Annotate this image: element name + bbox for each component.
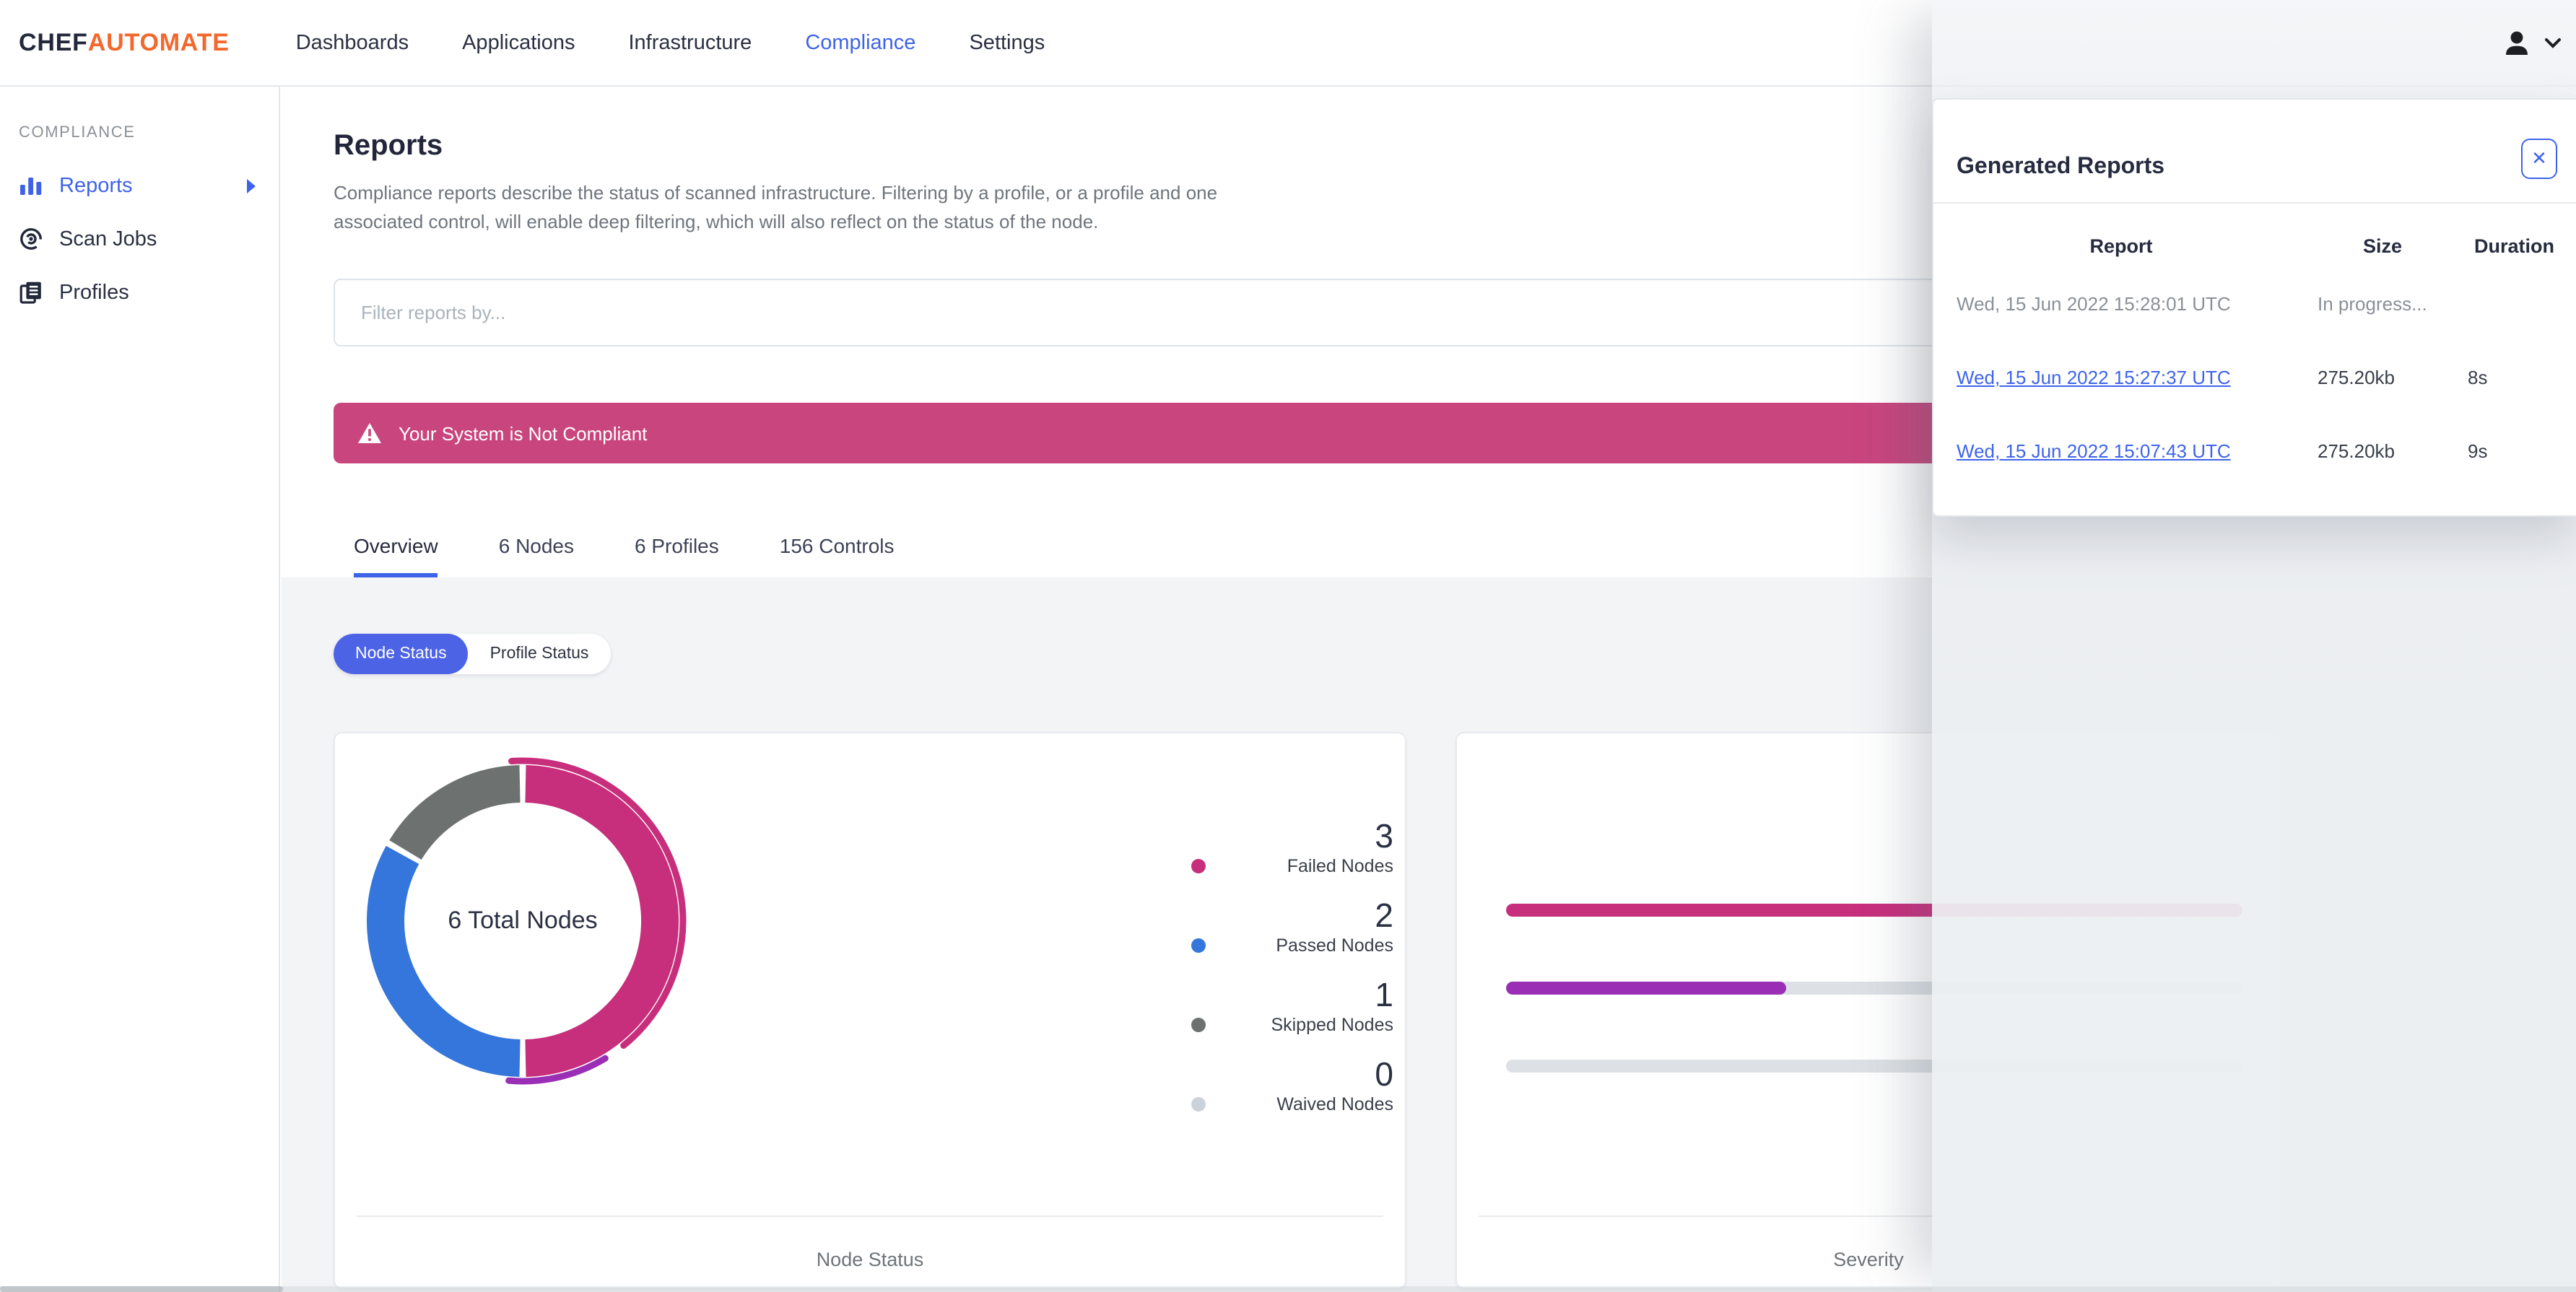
legend-label: Skipped Nodes (1271, 1015, 1393, 1035)
legend-item-failed: 3 Failed Nodes (1191, 817, 1393, 878)
panel-title: Generated Reports (1957, 154, 2165, 179)
report-tabs: Overview 6 Nodes 6 Profiles 156 Controls (354, 520, 895, 577)
sidebar-item-label: Profiles (59, 281, 129, 304)
table-header-row: Report Size Duration (1957, 224, 2555, 267)
failed-count: 3 (1375, 817, 1393, 855)
nav-item-compliance[interactable]: Compliance (805, 31, 915, 54)
generated-reports-table: Report Size Duration Wed, 15 Jun 2022 15… (1957, 224, 2555, 488)
waived-count: 0 (1375, 1055, 1393, 1093)
sidebar-item-label: Reports (59, 174, 133, 197)
page-title: Reports (334, 130, 443, 162)
chevron-down-icon[interactable] (2544, 38, 2562, 49)
card-divider (357, 1215, 1383, 1217)
skipped-dot-icon (1191, 1018, 1206, 1032)
warning-triangle-icon (358, 423, 381, 443)
node-status-donut-chart[interactable]: 6 Total Nodes (349, 748, 696, 1094)
failed-dot-icon (1191, 859, 1206, 873)
column-header-size: Size (2362, 235, 2402, 256)
nav-item-dashboards[interactable]: Dashboards (296, 31, 409, 54)
nav-menu: Dashboards Applications Infrastructure C… (296, 31, 1045, 54)
waived-dot-icon (1191, 1097, 1206, 1112)
report-duration: 9s (2468, 440, 2488, 462)
severity-bar-major (1506, 982, 1786, 995)
column-header-duration: Duration (2474, 235, 2554, 256)
legend-label: Failed Nodes (1287, 856, 1393, 876)
horizontal-scrollbar[interactable] (0, 1286, 2576, 1292)
table-row: Wed, 15 Jun 2022 15:27:37 UTC 275.20kb 8… (1957, 341, 2553, 414)
legend-item-passed: 2 Passed Nodes (1191, 896, 1393, 957)
sidebar-item-scan-jobs[interactable]: Scan Jobs (19, 212, 261, 266)
panel-header: Generated Reports ✕ (1933, 100, 2576, 204)
user-profile-icon[interactable] (2499, 26, 2534, 61)
donut-svg (367, 757, 687, 1085)
tab-controls[interactable]: 156 Controls (780, 520, 895, 577)
report-size: 275.20kb (2318, 440, 2395, 462)
status-toggle: Node Status Profile Status (334, 634, 611, 674)
report-timestamp: Wed, 15 Jun 2022 15:28:01 UTC (1957, 293, 2231, 315)
passed-dot-icon (1191, 938, 1206, 953)
legend-label: Waived Nodes (1276, 1094, 1393, 1114)
report-download-link[interactable]: Wed, 15 Jun 2022 15:07:43 UTC (1957, 440, 2231, 462)
tab-nodes[interactable]: 6 Nodes (499, 520, 574, 577)
node-status-caption: Node Status (816, 1249, 924, 1270)
node-status-toggle-button[interactable]: Node Status (334, 634, 469, 674)
report-size: 275.20kb (2318, 367, 2395, 388)
report-size: In progress... (2318, 293, 2427, 315)
compliance-sidebar: COMPLIANCE Reports Scan Jobs Profiles (0, 87, 280, 1292)
scrollbar-thumb[interactable] (0, 1286, 283, 1292)
chef-automate-logo[interactable]: CHEFAUTOMATE (19, 28, 230, 57)
node-status-card: 6 Total Nodes 3 Failed Nodes 2 Passed No… (334, 732, 1406, 1289)
banner-text: Your System is Not Compliant (399, 422, 648, 444)
legend-item-waived: 0 Waived Nodes (1191, 1055, 1393, 1116)
logo-automate-text: AUTOMATE (87, 28, 230, 56)
logo-chef-text: CHEF (19, 28, 88, 56)
passed-count: 2 (1375, 896, 1393, 934)
tab-profiles[interactable]: 6 Profiles (635, 520, 719, 577)
legend-label: Passed Nodes (1276, 935, 1393, 956)
sidebar-item-profiles[interactable]: Profiles (19, 266, 261, 319)
sidebar-item-reports[interactable]: Reports (19, 159, 261, 212)
nav-item-applications[interactable]: Applications (462, 31, 575, 54)
profiles-doc-icon (19, 281, 41, 304)
submenu-arrow-icon (247, 178, 256, 193)
app-root: CHEFAUTOMATE Dashboards Applications Inf… (0, 0, 2576, 1292)
sidebar-item-label: Scan Jobs (59, 227, 157, 250)
table-row: Wed, 15 Jun 2022 15:28:01 UTC In progres… (1957, 267, 2553, 341)
column-header-report: Report (2089, 235, 2153, 256)
report-download-link[interactable]: Wed, 15 Jun 2022 15:27:37 UTC (1957, 367, 2231, 388)
close-icon[interactable]: ✕ (2521, 139, 2557, 179)
nav-item-settings[interactable]: Settings (969, 31, 1045, 54)
tab-overview[interactable]: Overview (354, 520, 438, 577)
page-description: Compliance reports describe the status o… (334, 182, 1218, 232)
skipped-count: 1 (1375, 976, 1393, 1013)
bar-chart-icon (20, 178, 42, 195)
legend-item-skipped: 1 Skipped Nodes (1191, 976, 1393, 1036)
generated-reports-panel: Generated Reports ✕ Report Size Duration… (1932, 98, 2576, 517)
nav-item-infrastructure[interactable]: Infrastructure (628, 31, 752, 54)
nav-user-area (2499, 0, 2562, 87)
node-status-legend: 3 Failed Nodes 2 Passed Nodes 1 Skipped … (1191, 817, 1393, 1135)
report-duration: 8s (2468, 367, 2488, 388)
scan-target-icon (20, 228, 42, 250)
sidebar-section-label: COMPLIANCE (19, 124, 136, 141)
profile-status-toggle-button[interactable]: Profile Status (468, 634, 611, 674)
table-row: Wed, 15 Jun 2022 15:07:43 UTC 275.20kb 9… (1957, 414, 2553, 488)
